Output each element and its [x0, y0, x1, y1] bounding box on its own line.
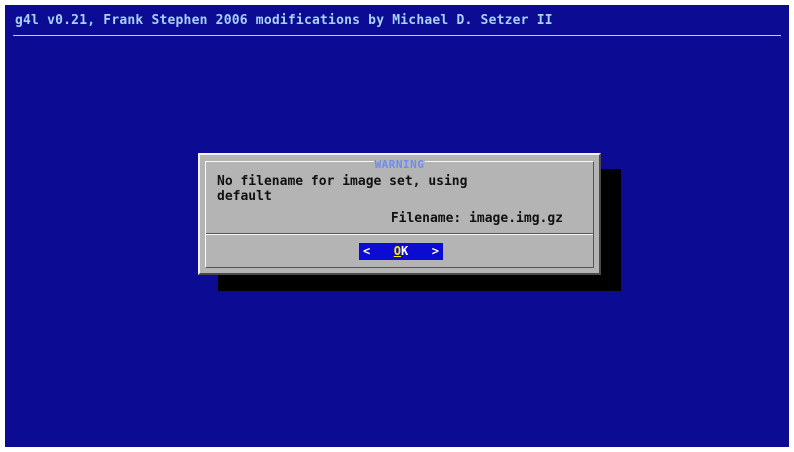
message-line-1: No filename for image set, using: [217, 174, 468, 189]
ok-button-label: OK: [394, 243, 408, 260]
backtitle: g4l v0.21, Frank Stephen 2006 modificati…: [15, 13, 553, 28]
ok-button[interactable]: < OK >: [359, 243, 443, 260]
filename-text: Filename: image.img.gz: [390, 211, 563, 226]
warning-dialog: WARNING No filename for image set, using…: [198, 153, 601, 275]
backtitle-divider: [13, 35, 781, 36]
terminal-screen: g4l v0.21, Frank Stephen 2006 modificati…: [5, 5, 789, 447]
dialog-message: No filename for image set, using default: [217, 174, 557, 204]
ok-button-left-bracket: <: [363, 244, 371, 258]
message-line-2: default: [217, 189, 272, 204]
dialog-separator: [206, 233, 593, 235]
ok-button-right-bracket: >: [431, 244, 439, 258]
ok-button-label-rest: K: [401, 244, 409, 258]
ok-button-hotkey: O: [393, 244, 401, 258]
